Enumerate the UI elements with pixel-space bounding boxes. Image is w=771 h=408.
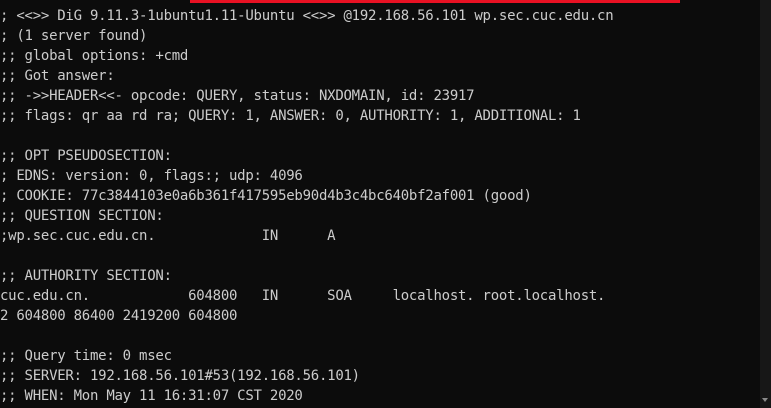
terminal-line: ;; OPT PSEUDOSECTION: <box>0 148 172 164</box>
terminal-line: ; (1 server found) <box>0 28 148 44</box>
terminal-line: ;; flags: qr aa rd ra; QUERY: 1, ANSWER:… <box>0 108 581 124</box>
terminal-line: ;; QUESTION SECTION: <box>0 208 164 224</box>
window-highlight-bar <box>190 0 680 3</box>
terminal-line: ;; AUTHORITY SECTION: <box>0 268 172 284</box>
terminal-line: ; <<>> DiG 9.11.3-1ubuntu1.11-Ubuntu <<>… <box>0 8 614 24</box>
terminal-line: ;; WHEN: Mon May 11 16:31:07 CST 2020 <box>0 388 303 404</box>
terminal-line: cuc.edu.cn. 604800 IN SOA localhost. roo… <box>0 288 606 304</box>
terminal-line: ;; Got answer: <box>0 68 115 84</box>
terminal-line: ;wp.sec.cuc.edu.cn. IN A <box>0 228 336 244</box>
terminal-output[interactable]: ; <<>> DiG 9.11.3-1ubuntu1.11-Ubuntu <<>… <box>0 6 760 408</box>
terminal-line: ;; SERVER: 192.168.56.101#53(192.168.56.… <box>0 368 360 384</box>
terminal-line: ;; global options: +cmd <box>0 48 189 64</box>
scroll-down-arrow-icon[interactable] <box>762 398 768 402</box>
terminal-line: ;; Query time: 0 msec <box>0 348 172 364</box>
terminal-line: ; EDNS: version: 0, flags:; udp: 4096 <box>0 168 303 184</box>
terminal-line: ;; ->>HEADER<<- opcode: QUERY, status: N… <box>0 88 475 104</box>
terminal-line: ; COOKIE: 77c3844103e0a6b361f417595eb90d… <box>0 188 532 204</box>
terminal-line: 2 604800 86400 2419200 604800 <box>0 308 238 324</box>
vertical-scrollbar[interactable] <box>760 0 771 408</box>
